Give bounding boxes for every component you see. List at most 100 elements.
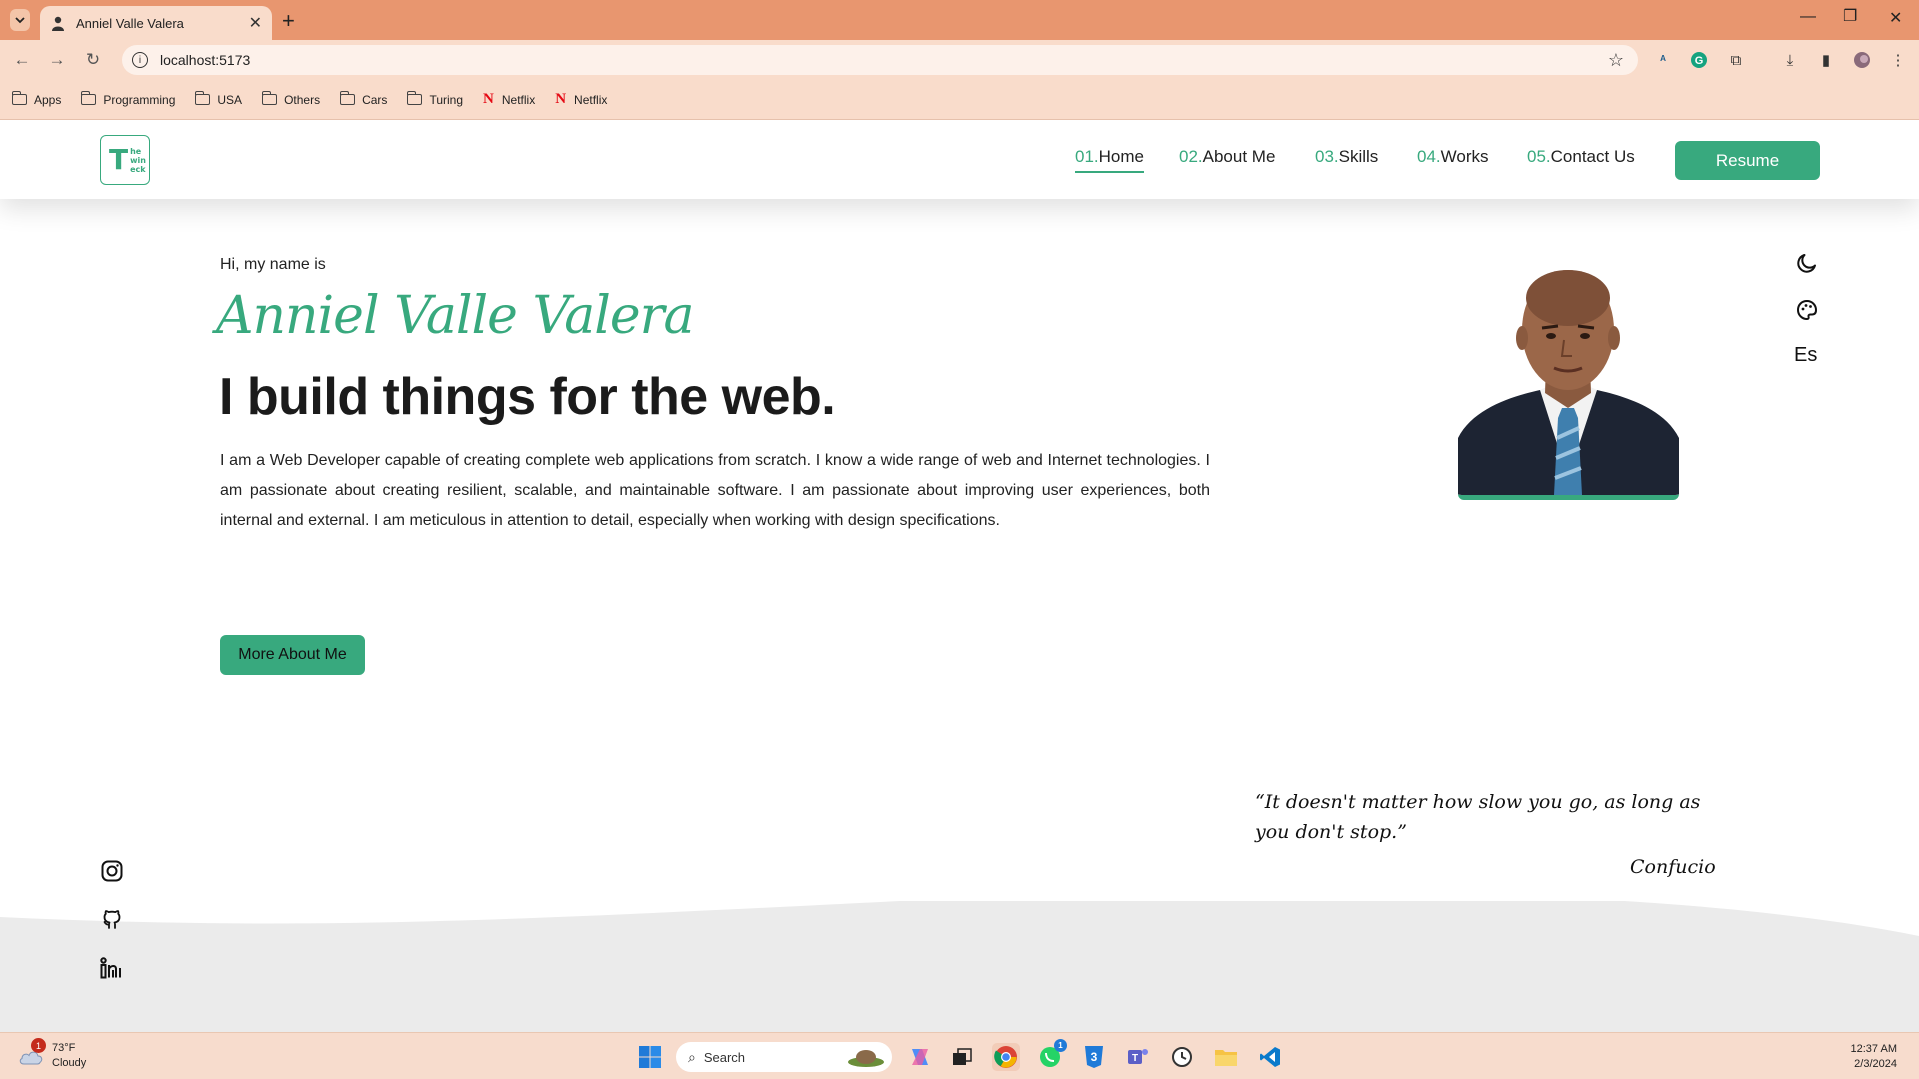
netflix-icon: N <box>483 91 494 107</box>
css3-app-icon[interactable]: 3 <box>1080 1043 1108 1071</box>
weather-widget[interactable]: 1 73°F Cloudy <box>18 1038 87 1071</box>
bookmark-label: Apps <box>34 92 62 107</box>
chevron-down-icon <box>15 16 25 23</box>
portfolio-page: T he win eck 01.Home 02.About Me 03.Skil… <box>0 121 1919 1032</box>
dark-mode-toggle[interactable] <box>1794 250 1820 276</box>
search-label: Search <box>703 1049 746 1065</box>
logo-letter: T <box>109 143 129 176</box>
minimize-button[interactable]: — <box>1800 8 1816 26</box>
bookmark-apps[interactable]: Apps <box>11 91 62 107</box>
reload-icon[interactable]: ↻ <box>83 50 103 70</box>
hero-headline: I build things for the web. <box>219 368 836 426</box>
forward-icon[interactable]: → <box>47 50 67 70</box>
bookmark-others[interactable]: Others <box>261 91 320 107</box>
footer-wave <box>0 901 1919 1032</box>
quote-author: Confucio <box>1630 856 1716 878</box>
person-favicon-icon <box>52 16 64 31</box>
folder-icon <box>80 91 97 105</box>
instagram-link[interactable] <box>99 858 125 884</box>
nav-works[interactable]: 04.Works <box>1417 147 1489 171</box>
palette-icon <box>1796 299 1818 321</box>
theme-palette-button[interactable] <box>1794 297 1820 323</box>
bookmarks-bar: Apps Programming USA Others Cars Turing … <box>0 80 1919 120</box>
linkedin-icon <box>100 957 121 979</box>
teams-icon[interactable]: T <box>1124 1043 1152 1071</box>
hero-greeting: Hi, my name is <box>220 256 326 273</box>
tab-close-icon[interactable]: ✕ <box>249 13 262 33</box>
side-panel-icon[interactable]: ▮ <box>1815 49 1837 71</box>
vscode-icon[interactable] <box>1256 1043 1284 1071</box>
profile-photo <box>1458 268 1679 500</box>
logo-small-text: he win eck <box>130 147 146 174</box>
moon-icon <box>1797 254 1816 273</box>
bookmark-usa[interactable]: USA <box>194 91 243 107</box>
task-view-icon[interactable] <box>948 1043 976 1071</box>
taskbar-search[interactable]: ⌕ Search <box>676 1042 892 1072</box>
whatsapp-icon[interactable]: 1 <box>1036 1039 1067 1071</box>
clock-date: 2/3/2024 <box>1854 1058 1897 1070</box>
netflix-icon: N <box>555 91 567 107</box>
hero-bio: I am a Web Developer capable of creating… <box>220 452 1210 529</box>
logo-line: eck <box>130 164 146 174</box>
bookmark-label: Programming <box>103 92 176 107</box>
windows-taskbar: 1 73°F Cloudy ⌕ Search 1 3 T 12:37 AM 2/… <box>0 1032 1919 1079</box>
language-toggle[interactable]: Es <box>1794 344 1817 367</box>
logo-line: he <box>130 146 142 156</box>
more-about-me-button[interactable]: More About Me <box>220 635 365 675</box>
windows-logo-icon <box>639 1046 661 1068</box>
bookmark-label: USA <box>217 92 243 107</box>
url-text: localhost:5173 <box>160 52 251 68</box>
bookmark-star-icon[interactable]: ☆ <box>1608 50 1624 71</box>
resume-button[interactable]: Resume <box>1675 141 1820 180</box>
bookmark-cars[interactable]: Cars <box>339 91 387 107</box>
bookmark-programming[interactable]: Programming <box>80 91 176 107</box>
system-clock[interactable]: 12:37 AM 2/3/2024 <box>1851 1042 1897 1072</box>
browser-tab[interactable]: Anniel Valle Valera ✕ <box>40 6 272 40</box>
tab-title: Anniel Valle Valera <box>76 15 184 31</box>
translate-extension-icon[interactable]: ᴬ <box>1652 49 1674 71</box>
downloads-icon[interactable]: ⤓ <box>1779 49 1801 71</box>
nav-about-me[interactable]: 02.About Me <box>1179 147 1275 171</box>
new-tab-button[interactable]: + <box>282 8 295 34</box>
nav-label: About Me <box>1202 147 1276 166</box>
profile-avatar[interactable] <box>1851 49 1873 71</box>
start-button[interactable] <box>636 1043 664 1071</box>
copilot-icon[interactable] <box>906 1043 934 1071</box>
nav-skills[interactable]: 03.Skills <box>1315 147 1378 171</box>
bookmark-label: Netflix <box>501 92 536 107</box>
bookmark-turing[interactable]: Turing <box>406 91 464 107</box>
nav-home[interactable]: 01.Home <box>1075 147 1144 173</box>
bookmark-netflix-2[interactable]: N Netflix <box>555 91 607 108</box>
nav-label: Skills <box>1338 147 1379 166</box>
restore-button[interactable]: ❐ <box>1843 6 1857 26</box>
github-link[interactable] <box>99 906 125 932</box>
nav-number: 02. <box>1179 147 1203 166</box>
nav-label: Works <box>1440 147 1489 166</box>
nav-number: 05. <box>1527 147 1551 166</box>
linkedin-link[interactable] <box>99 955 125 981</box>
extensions-puzzle-icon[interactable]: ⧉ <box>1725 49 1747 71</box>
folder-icon <box>261 91 278 105</box>
address-toolbar: ← → ↻ i localhost:5173 ☆ ᴬ G ⧉ ⤓ ▮ ⋮ <box>0 40 1919 80</box>
address-bar[interactable]: i localhost:5173 ☆ <box>122 45 1638 75</box>
bookmark-label: Turing <box>429 92 464 107</box>
clock-app-icon[interactable] <box>1168 1043 1196 1071</box>
site-info-icon[interactable]: i <box>132 52 148 68</box>
browser-menu-icon[interactable]: ⋮ <box>1887 49 1909 71</box>
browser-tabbar: Anniel Valle Valera ✕ + — ❐ ✕ <box>0 0 1919 40</box>
nav-label: Contact Us <box>1550 147 1635 166</box>
close-window-button[interactable]: ✕ <box>1889 8 1902 28</box>
tab-search-button[interactable] <box>10 9 30 31</box>
folder-icon <box>11 91 27 105</box>
nav-number: 01. <box>1075 147 1099 166</box>
folder-icon <box>406 91 423 105</box>
grammarly-extension-icon[interactable]: G <box>1688 49 1710 71</box>
bookmark-netflix[interactable]: N Netflix <box>483 91 535 108</box>
weather-desc: Cloudy <box>52 1057 87 1069</box>
weather-badge: 1 <box>31 1038 46 1053</box>
nav-contact-us[interactable]: 05.Contact Us <box>1527 147 1635 171</box>
site-logo[interactable]: T he win eck <box>100 135 150 185</box>
file-explorer-icon[interactable] <box>1212 1043 1240 1071</box>
back-icon[interactable]: ← <box>12 50 32 70</box>
chrome-taskbar-icon[interactable] <box>992 1043 1020 1071</box>
